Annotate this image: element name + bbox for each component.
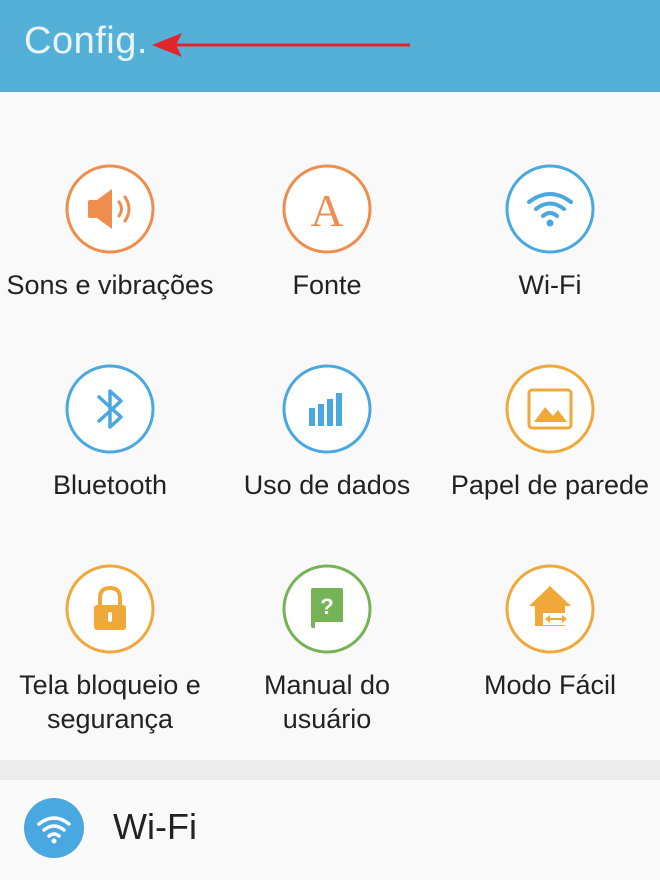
app-header: Config. — [0, 0, 660, 92]
lock-icon — [65, 564, 155, 654]
section-divider — [0, 760, 660, 780]
speaker-icon — [65, 164, 155, 254]
manual-icon: ? — [282, 564, 372, 654]
tile-sounds-vibrations[interactable]: Sons e vibrações — [0, 164, 220, 364]
tile-wifi[interactable]: Wi-Fi — [440, 164, 660, 364]
wallpaper-icon — [505, 364, 595, 454]
svg-text:A: A — [310, 185, 343, 236]
tile-label: Fonte — [292, 270, 362, 300]
tile-wallpaper[interactable]: Papel de parede — [440, 364, 660, 564]
tile-user-manual[interactable]: ? Manual do usuário — [217, 564, 437, 764]
wifi-icon — [24, 798, 84, 858]
arrow-annotation-icon — [152, 33, 410, 57]
data-usage-icon — [282, 364, 372, 454]
tile-lock-security[interactable]: Tela bloqueio e segurança — [0, 564, 220, 764]
settings-grid: Sons e vibrações A Fonte Wi-Fi Bluetooth — [0, 92, 660, 760]
tile-label: Uso de dados — [243, 470, 411, 500]
page-title: Config. — [24, 20, 148, 62]
tile-bluetooth[interactable]: Bluetooth — [0, 364, 220, 564]
tile-label: Tela bloqueio e segurança — [19, 670, 201, 734]
bluetooth-icon — [65, 364, 155, 454]
wifi-icon — [505, 164, 595, 254]
tile-label: Bluetooth — [52, 470, 168, 500]
tile-label: Manual do usuário — [263, 670, 391, 734]
font-icon: A — [282, 164, 372, 254]
tile-font[interactable]: A Fonte — [217, 164, 437, 364]
list-item-label: Wi-Fi — [113, 806, 197, 847]
tile-label: Papel de parede — [450, 470, 650, 500]
tile-label: Wi-Fi — [518, 270, 582, 300]
easy-mode-icon — [505, 564, 595, 654]
svg-text:?: ? — [320, 594, 333, 619]
list-item-wifi[interactable]: Wi-Fi — [0, 780, 660, 880]
tile-label: Sons e vibrações — [6, 270, 214, 300]
tile-data-usage[interactable]: Uso de dados — [217, 364, 437, 564]
tile-easy-mode[interactable]: Modo Fácil — [440, 564, 660, 764]
tile-label: Modo Fácil — [483, 670, 617, 700]
